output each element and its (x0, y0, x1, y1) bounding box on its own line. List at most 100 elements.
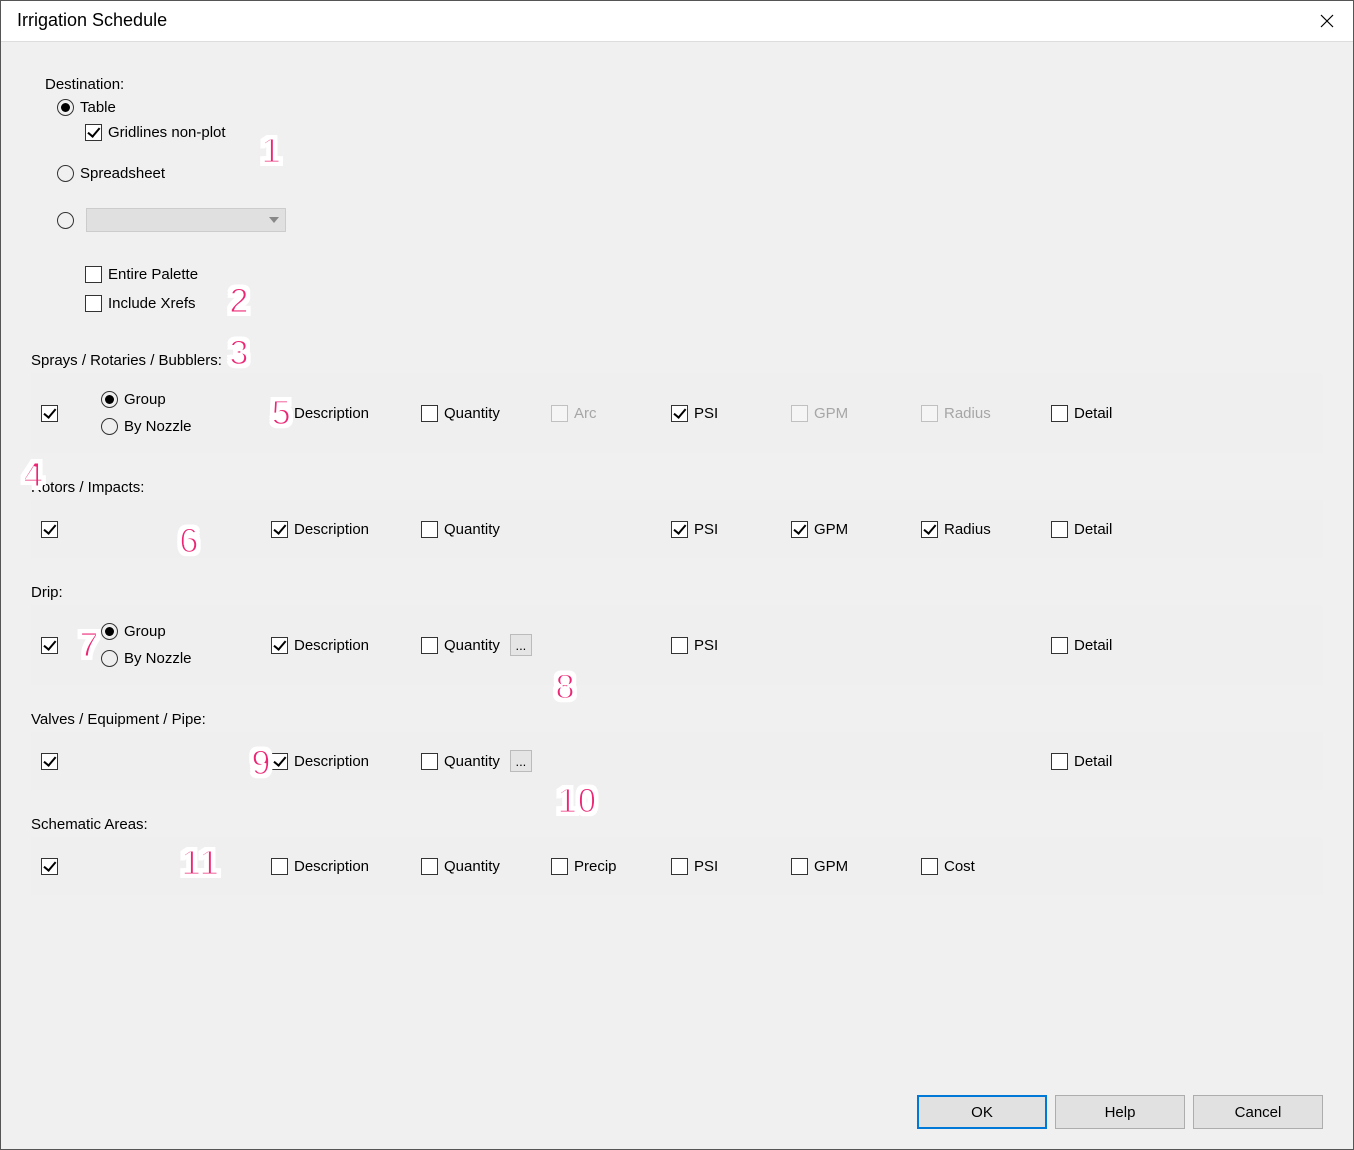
sprays-psi-label: PSI (694, 405, 718, 422)
drip-bynozzle-radio[interactable] (101, 650, 118, 667)
section-schematic-title: Schematic Areas: (31, 816, 1323, 833)
destination-spreadsheet-label: Spreadsheet (80, 165, 165, 182)
destination-spreadsheet-radio[interactable] (57, 165, 74, 182)
section-rotors: Rotors / Impacts: Description Quantity P… (31, 479, 1323, 558)
sprays-arc-checkbox (551, 405, 568, 422)
drip-enable-checkbox[interactable] (41, 637, 58, 654)
destination-table-radio[interactable] (57, 99, 74, 116)
gridlines-nonplot-checkbox[interactable] (85, 124, 102, 141)
rotors-description-checkbox[interactable] (271, 521, 288, 538)
sprays-enable-checkbox[interactable] (41, 405, 58, 422)
include-xrefs-label: Include Xrefs (108, 295, 196, 312)
sprays-psi-checkbox[interactable] (671, 405, 688, 422)
valves-enable-checkbox[interactable] (41, 753, 58, 770)
rotors-radius-checkbox[interactable] (921, 521, 938, 538)
entire-palette-label: Entire Palette (108, 266, 198, 283)
drip-detail-checkbox[interactable] (1051, 637, 1068, 654)
section-drip-row: Group By Nozzle Description Quantity ...… (31, 605, 1323, 685)
rotors-enable-checkbox[interactable] (41, 521, 58, 538)
close-icon (1320, 14, 1334, 28)
section-rotors-row: Description Quantity PSI GPM Radius Deta… (31, 500, 1323, 558)
schematic-cost-label: Cost (944, 858, 975, 875)
sprays-gpm-checkbox (791, 405, 808, 422)
sprays-quantity-checkbox[interactable] (421, 405, 438, 422)
rotors-gpm-label: GPM (814, 521, 848, 538)
destination-label: Destination: (45, 76, 327, 93)
sprays-description-checkbox[interactable] (271, 405, 288, 422)
titlebar: Irrigation Schedule (1, 1, 1353, 41)
schematic-precip-checkbox[interactable] (551, 858, 568, 875)
ok-button-label: OK (971, 1104, 993, 1121)
gridlines-nonplot-label: Gridlines non-plot (108, 124, 226, 141)
section-sprays-title: Sprays / Rotaries / Bubblers: (31, 352, 1323, 369)
valves-detail-label: Detail (1074, 753, 1112, 770)
drip-quantity-checkbox[interactable] (421, 637, 438, 654)
rotors-psi-checkbox[interactable] (671, 521, 688, 538)
chevron-down-icon (269, 217, 279, 223)
drip-psi-checkbox[interactable] (671, 637, 688, 654)
schematic-gpm-label: GPM (814, 858, 848, 875)
schematic-cost-checkbox[interactable] (921, 858, 938, 875)
dialog-window: Irrigation Schedule Destination: Table G… (0, 0, 1354, 1150)
schematic-quantity-label: Quantity (444, 858, 500, 875)
help-button[interactable]: Help (1055, 1095, 1185, 1129)
destination-dropdown-radio[interactable] (57, 212, 74, 229)
cancel-button[interactable]: Cancel (1193, 1095, 1323, 1129)
drip-quantity-more-button[interactable]: ... (510, 634, 532, 656)
valves-quantity-checkbox[interactable] (421, 753, 438, 770)
section-valves: Valves / Equipment / Pipe: Description Q… (31, 711, 1323, 790)
destination-group: Destination: Table Gridlines non-plot Sp… (31, 62, 341, 326)
valves-quantity-more-label: ... (515, 754, 526, 769)
include-xrefs-checkbox[interactable] (85, 295, 102, 312)
sprays-bynozzle-label: By Nozzle (124, 418, 192, 435)
sprays-radius-checkbox (921, 405, 938, 422)
valves-quantity-label: Quantity (444, 753, 500, 770)
section-sprays: Sprays / Rotaries / Bubblers: Group By N… (31, 352, 1323, 453)
drip-quantity-label: Quantity (444, 637, 500, 654)
valves-quantity-more-button[interactable]: ... (510, 750, 532, 772)
drip-description-checkbox[interactable] (271, 637, 288, 654)
schematic-description-checkbox[interactable] (271, 858, 288, 875)
rotors-radius-label: Radius (944, 521, 991, 538)
sprays-detail-label: Detail (1074, 405, 1112, 422)
section-drip-title: Drip: (31, 584, 1323, 601)
destination-table-label: Table (80, 99, 116, 116)
valves-detail-checkbox[interactable] (1051, 753, 1068, 770)
valves-description-checkbox[interactable] (271, 753, 288, 770)
schematic-psi-checkbox[interactable] (671, 858, 688, 875)
sprays-arc-label: Arc (574, 405, 597, 422)
sprays-group-label: Group (124, 391, 166, 408)
valves-description-label: Description (294, 753, 369, 770)
sprays-group-radio[interactable] (101, 391, 118, 408)
schematic-gpm-checkbox[interactable] (791, 858, 808, 875)
section-rotors-title: Rotors / Impacts: (31, 479, 1323, 496)
schematic-psi-label: PSI (694, 858, 718, 875)
window-title: Irrigation Schedule (11, 10, 167, 31)
drip-detail-label: Detail (1074, 637, 1112, 654)
ok-button[interactable]: OK (917, 1095, 1047, 1129)
rotors-quantity-checkbox[interactable] (421, 521, 438, 538)
rotors-description-label: Description (294, 521, 369, 538)
sprays-quantity-label: Quantity (444, 405, 500, 422)
drip-quantity-more-label: ... (515, 638, 526, 653)
rotors-gpm-checkbox[interactable] (791, 521, 808, 538)
destination-dropdown[interactable] (86, 208, 286, 232)
rotors-detail-label: Detail (1074, 521, 1112, 538)
dialog-body: Destination: Table Gridlines non-plot Sp… (1, 41, 1353, 1149)
schematic-enable-checkbox[interactable] (41, 858, 58, 875)
close-button[interactable] (1307, 5, 1347, 37)
schematic-quantity-checkbox[interactable] (421, 858, 438, 875)
rotors-psi-label: PSI (694, 521, 718, 538)
section-schematic-row: Description Quantity Precip PSI GPM Cost (31, 837, 1323, 895)
section-drip: Drip: Group By Nozzle Description Quanti… (31, 584, 1323, 685)
section-valves-row: Description Quantity ... Detail (31, 732, 1323, 790)
section-schematic: Schematic Areas: Description Quantity Pr… (31, 816, 1323, 895)
drip-group-radio[interactable] (101, 623, 118, 640)
entire-palette-checkbox[interactable] (85, 266, 102, 283)
drip-psi-label: PSI (694, 637, 718, 654)
rotors-detail-checkbox[interactable] (1051, 521, 1068, 538)
cancel-button-label: Cancel (1235, 1104, 1282, 1121)
sprays-detail-checkbox[interactable] (1051, 405, 1068, 422)
sprays-bynozzle-radio[interactable] (101, 418, 118, 435)
button-bar: OK Help Cancel (917, 1095, 1323, 1129)
